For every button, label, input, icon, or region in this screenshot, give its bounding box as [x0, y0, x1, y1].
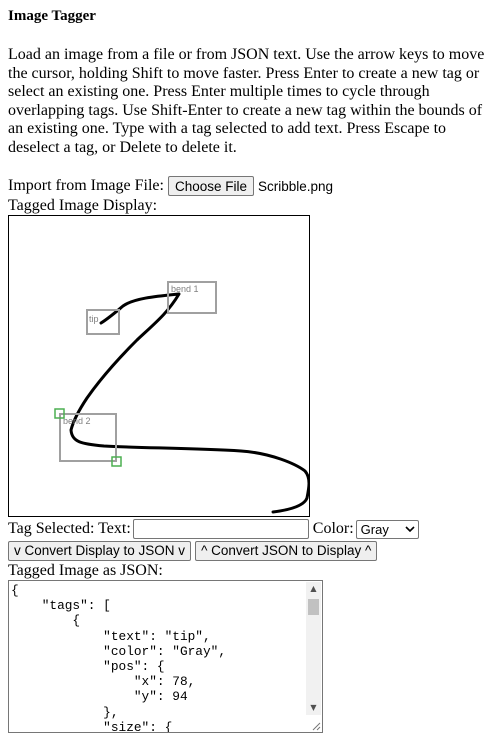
- import-label: Import from Image File:: [8, 177, 164, 194]
- json-scrollbar[interactable]: ▲ ▼: [306, 582, 321, 715]
- tag-editor-row: Tag Selected: Text: Color: Gray: [8, 518, 485, 540]
- json-textarea[interactable]: { "tags": [ { "text": "tip", "color": "G…: [8, 580, 323, 733]
- json-label: Tagged Image as JSON:: [8, 562, 163, 579]
- color-select[interactable]: Gray: [355, 519, 419, 539]
- json-text: { "tags": [ { "text": "tip", "color": "G…: [11, 583, 227, 733]
- convert-display-to-json-button[interactable]: v Convert Display to JSON v: [8, 541, 192, 561]
- tag-text-tip: tip: [89, 314, 99, 324]
- import-row: Import from Image File: Choose File Scri…: [8, 175, 485, 197]
- app: Image Tagger Load an image from a file o…: [0, 0, 493, 733]
- scrollbar-thumb[interactable]: [308, 599, 319, 615]
- tag-text-bend-1: bend 1: [171, 284, 199, 294]
- file-name: Scribble.png: [258, 178, 334, 194]
- triangle-down-icon[interactable]: ▼: [306, 701, 321, 715]
- convert-json-to-display-button[interactable]: ^ Convert JSON to Display ^: [195, 541, 378, 561]
- scribble-stroke: [69, 292, 309, 514]
- color-select-value: Gray: [360, 521, 389, 537]
- triangle-up-icon[interactable]: ▲: [306, 582, 321, 596]
- chevron-down-icon: [405, 526, 415, 532]
- tag-text-bend-2: bend 2: [63, 416, 91, 426]
- convert-buttons: v Convert Display to JSON v ^ Convert JS…: [8, 540, 485, 562]
- display-label: Tagged Image Display:: [8, 197, 158, 214]
- tag-selected-label: Tag Selected: Text:: [8, 520, 131, 537]
- tagged-image-canvas[interactable]: tip bend 1 bend 2: [8, 215, 310, 517]
- page-title: Image Tagger: [8, 8, 96, 24]
- tag-text-input[interactable]: [132, 519, 309, 539]
- resize-grip-icon[interactable]: [311, 721, 321, 731]
- color-label: Color:: [312, 520, 354, 537]
- canvas-drawing: tip bend 1 bend 2: [54, 281, 309, 514]
- instructions: Load an image from a file or from JSON t…: [8, 46, 485, 156]
- choose-file-button[interactable]: Choose File: [167, 176, 255, 196]
